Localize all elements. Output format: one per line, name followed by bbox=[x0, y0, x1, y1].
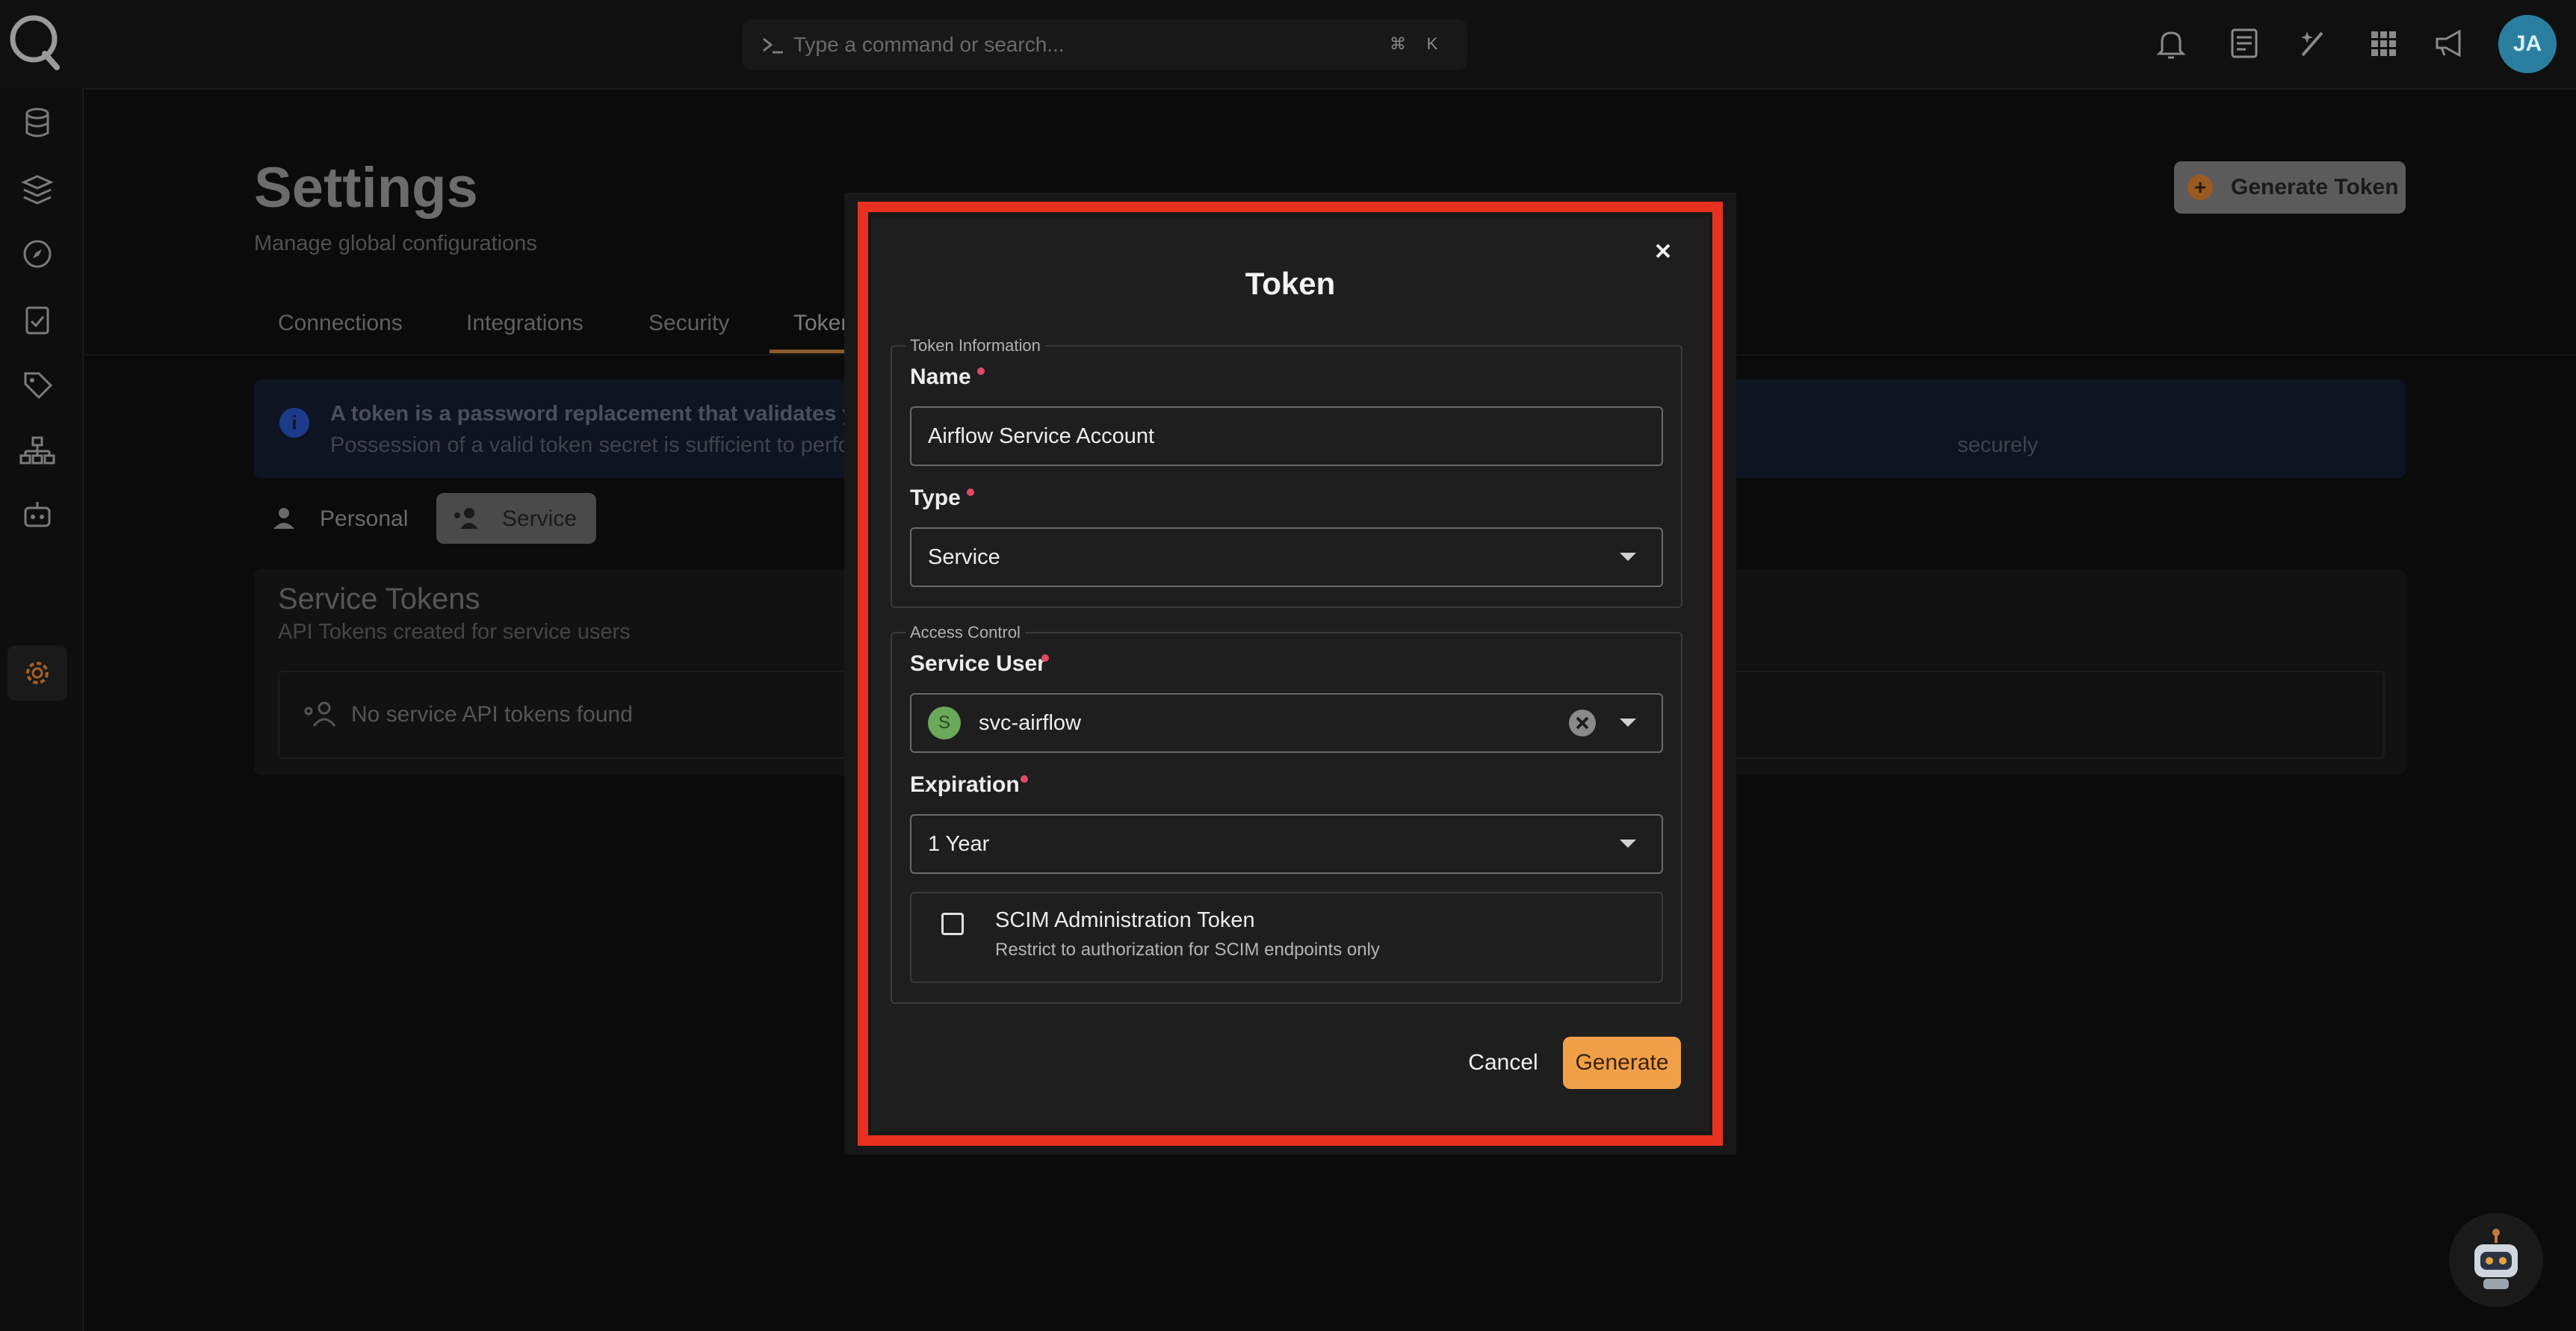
generate-token-label: Generate Token bbox=[2231, 175, 2399, 199]
service-user-icon bbox=[304, 701, 336, 727]
user-avatar[interactable]: JA bbox=[2498, 15, 2557, 73]
page-title: Settings bbox=[254, 156, 478, 220]
data-layers-icon[interactable] bbox=[16, 167, 58, 209]
assistant-bot-button[interactable] bbox=[2449, 1213, 2543, 1307]
docs-icon[interactable] bbox=[2223, 22, 2265, 64]
magic-wand-icon[interactable] bbox=[2292, 22, 2334, 64]
database-icon[interactable] bbox=[16, 103, 58, 145]
service-toggle-label: Service bbox=[502, 506, 578, 531]
highlight-annotation-box bbox=[858, 202, 1723, 1146]
command-search-placeholder: Type a command or search... bbox=[793, 33, 1065, 56]
terminal-prompt-icon bbox=[763, 37, 783, 54]
shortcut-key: K bbox=[1426, 34, 1438, 53]
page-subtitle: Manage global configurations bbox=[254, 232, 537, 255]
personal-toggle[interactable]: Personal bbox=[320, 506, 408, 532]
tab-integrations[interactable]: Integrations bbox=[466, 311, 583, 336]
info-banner-title: A token is a password replacement that v… bbox=[330, 402, 882, 426]
bell-icon[interactable] bbox=[2150, 22, 2192, 64]
settings-gear-icon[interactable] bbox=[16, 652, 58, 694]
service-tokens-title: Service Tokens bbox=[278, 583, 480, 615]
sidebar bbox=[0, 88, 84, 1331]
service-tokens-subtitle: API Tokens created for service users bbox=[278, 620, 631, 644]
service-toggle[interactable]: Service bbox=[436, 493, 596, 544]
generate-token-button[interactable]: + Generate Token bbox=[2174, 161, 2406, 214]
robot-bots-icon[interactable] bbox=[16, 494, 58, 536]
info-banner-body: Possession of a valid token secret is su… bbox=[330, 433, 858, 457]
announcement-megaphone-icon[interactable] bbox=[2430, 22, 2471, 64]
info-icon: i bbox=[279, 408, 309, 438]
robot-icon bbox=[2474, 1229, 2518, 1289]
app-logo-icon[interactable] bbox=[7, 10, 63, 70]
hierarchy-domains-icon[interactable] bbox=[16, 430, 58, 472]
plus-circle-icon: + bbox=[2188, 175, 2213, 200]
shortcut-modifier-key: ⌘ bbox=[1390, 34, 1406, 53]
tab-security[interactable]: Security bbox=[648, 311, 729, 336]
tag-icon[interactable] bbox=[16, 364, 58, 406]
apps-grid-icon[interactable] bbox=[2362, 22, 2404, 64]
empty-state-message: No service API tokens found bbox=[351, 702, 633, 727]
info-banner-body-end: securely bbox=[1957, 433, 2038, 457]
top-bar: Type a command or search... ⌘ K JA bbox=[0, 0, 2576, 90]
tab-connections[interactable]: Connections bbox=[278, 311, 403, 336]
person-icon bbox=[273, 508, 294, 529]
compass-explore-icon[interactable] bbox=[16, 233, 58, 275]
command-search-bar[interactable]: Type a command or search... ⌘ K bbox=[743, 19, 1467, 70]
quality-checklist-icon[interactable] bbox=[16, 299, 58, 341]
service-user-icon bbox=[454, 508, 478, 529]
